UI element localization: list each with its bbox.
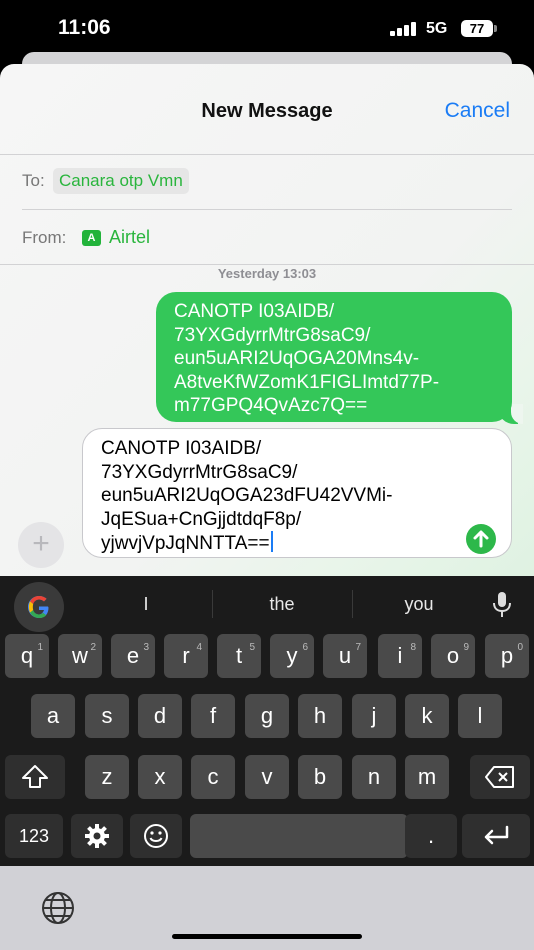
key-d[interactable]: d xyxy=(138,694,182,738)
key-x[interactable]: x xyxy=(138,755,182,799)
key-n[interactable]: n xyxy=(352,755,396,799)
recipient-chip[interactable]: Canara otp Vmn xyxy=(53,168,189,194)
draft-line: JqESua+CnGjjdtdqF8p/ xyxy=(101,508,302,530)
emoji-icon xyxy=(144,824,168,848)
emoji-key[interactable] xyxy=(130,814,182,858)
sim-name[interactable]: Airtel xyxy=(109,227,150,248)
key-h[interactable]: h xyxy=(298,694,342,738)
gear-icon xyxy=(85,824,109,848)
microphone-icon[interactable] xyxy=(490,590,514,620)
signal-icon xyxy=(390,22,418,36)
send-button[interactable] xyxy=(466,524,496,554)
message-timestamp: Yesterday 13:03 xyxy=(217,266,317,281)
key-o[interactable]: o9 xyxy=(431,634,475,678)
key-m[interactable]: m xyxy=(405,755,449,799)
sent-message-bubble[interactable]: CANOTP I03AIDB/ 73YXGdyrrMtrG8saC9/ eun5… xyxy=(156,292,512,422)
key-j[interactable]: j xyxy=(352,694,396,738)
message-line: 73YXGdyrrMtrG8saC9/ xyxy=(174,324,371,346)
return-key[interactable] xyxy=(462,814,530,858)
text-caret xyxy=(270,531,273,552)
draft-line: eun5uARI2UqOGA23dFU42VVMi- xyxy=(101,485,393,506)
shift-key[interactable] xyxy=(5,755,65,799)
battery-icon: 77 xyxy=(461,20,493,37)
home-indicator[interactable] xyxy=(172,934,362,939)
key-y[interactable]: y6 xyxy=(270,634,314,678)
status-time: 11:06 xyxy=(58,16,111,39)
key-w[interactable]: w2 xyxy=(58,634,102,678)
numbers-key[interactable]: 123 xyxy=(5,814,63,858)
sim-badge[interactable]: A xyxy=(82,230,101,246)
message-line: A8tveKfWZomK1FIGLImtd77P- xyxy=(174,371,440,393)
space-bar[interactable] xyxy=(190,814,408,858)
suggestion-1[interactable]: I xyxy=(106,594,186,615)
key-b[interactable]: b xyxy=(298,755,342,799)
suggestion-divider xyxy=(352,590,353,618)
key-c[interactable]: c xyxy=(191,755,235,799)
message-input[interactable]: CANOTP I03AIDB/ 73YXGdyrrMtrG8saC9/ eun5… xyxy=(82,428,512,558)
key-u[interactable]: u7 xyxy=(323,634,367,678)
google-icon xyxy=(28,596,49,618)
to-label: To: xyxy=(22,171,45,190)
globe-icon[interactable] xyxy=(40,890,76,926)
status-bar: 11:06 5G 77 xyxy=(0,0,534,56)
keyboard-bottom-bar xyxy=(0,866,534,950)
header-divider xyxy=(0,154,534,155)
keyboard: I the you q1 w2 e3 r4 t5 y6 u7 i8 o9 p0 … xyxy=(0,576,534,866)
to-divider xyxy=(22,209,512,210)
return-icon xyxy=(484,825,509,845)
key-k[interactable]: k xyxy=(405,694,449,738)
key-f[interactable]: f xyxy=(191,694,235,738)
key-e[interactable]: e3 xyxy=(111,634,155,678)
arrow-up-icon xyxy=(473,530,489,548)
key-a[interactable]: a xyxy=(31,694,75,738)
key-l[interactable]: l xyxy=(458,694,502,738)
key-p[interactable]: p0 xyxy=(485,634,529,678)
key-s[interactable]: s xyxy=(85,694,129,738)
from-label: From: xyxy=(22,228,67,247)
suggestion-2[interactable]: the xyxy=(230,594,334,615)
add-attachment-button[interactable]: + xyxy=(18,522,64,568)
key-q[interactable]: q1 xyxy=(5,634,49,678)
message-line: eun5uARI2UqOGA20Mns4v- xyxy=(174,348,420,369)
message-line: m77GPQ4QvAzc7Q== xyxy=(174,395,368,416)
period-key[interactable]: . xyxy=(405,814,457,858)
suggestion-divider xyxy=(212,590,213,618)
key-r[interactable]: r4 xyxy=(164,634,208,678)
draft-line: CANOTP I03AIDB/ xyxy=(101,438,262,459)
settings-key[interactable] xyxy=(71,814,123,858)
message-line: CANOTP I03AIDB/ xyxy=(174,301,335,322)
key-v[interactable]: v xyxy=(245,755,289,799)
suggestion-3[interactable]: you xyxy=(368,594,470,615)
shift-icon xyxy=(22,765,48,788)
network-type: 5G xyxy=(426,20,448,37)
cancel-button[interactable]: Cancel xyxy=(445,99,510,123)
battery-tip xyxy=(494,25,497,32)
key-z[interactable]: z xyxy=(85,755,129,799)
google-button[interactable] xyxy=(14,582,64,632)
key-t[interactable]: t5 xyxy=(217,634,261,678)
key-i[interactable]: i8 xyxy=(378,634,422,678)
backspace-key[interactable] xyxy=(470,755,530,799)
draft-line-last: yjwvjVpJqNNTTA== xyxy=(101,531,451,556)
key-g[interactable]: g xyxy=(245,694,289,738)
backspace-icon xyxy=(485,766,514,788)
draft-line: yjwvjVpJqNNTTA== xyxy=(101,533,270,554)
new-message-sheet: New Message Cancel To: Canara otp Vmn Fr… xyxy=(0,64,534,576)
draft-line: 73YXGdyrrMtrG8saC9/ xyxy=(101,461,298,483)
from-divider xyxy=(0,264,534,265)
